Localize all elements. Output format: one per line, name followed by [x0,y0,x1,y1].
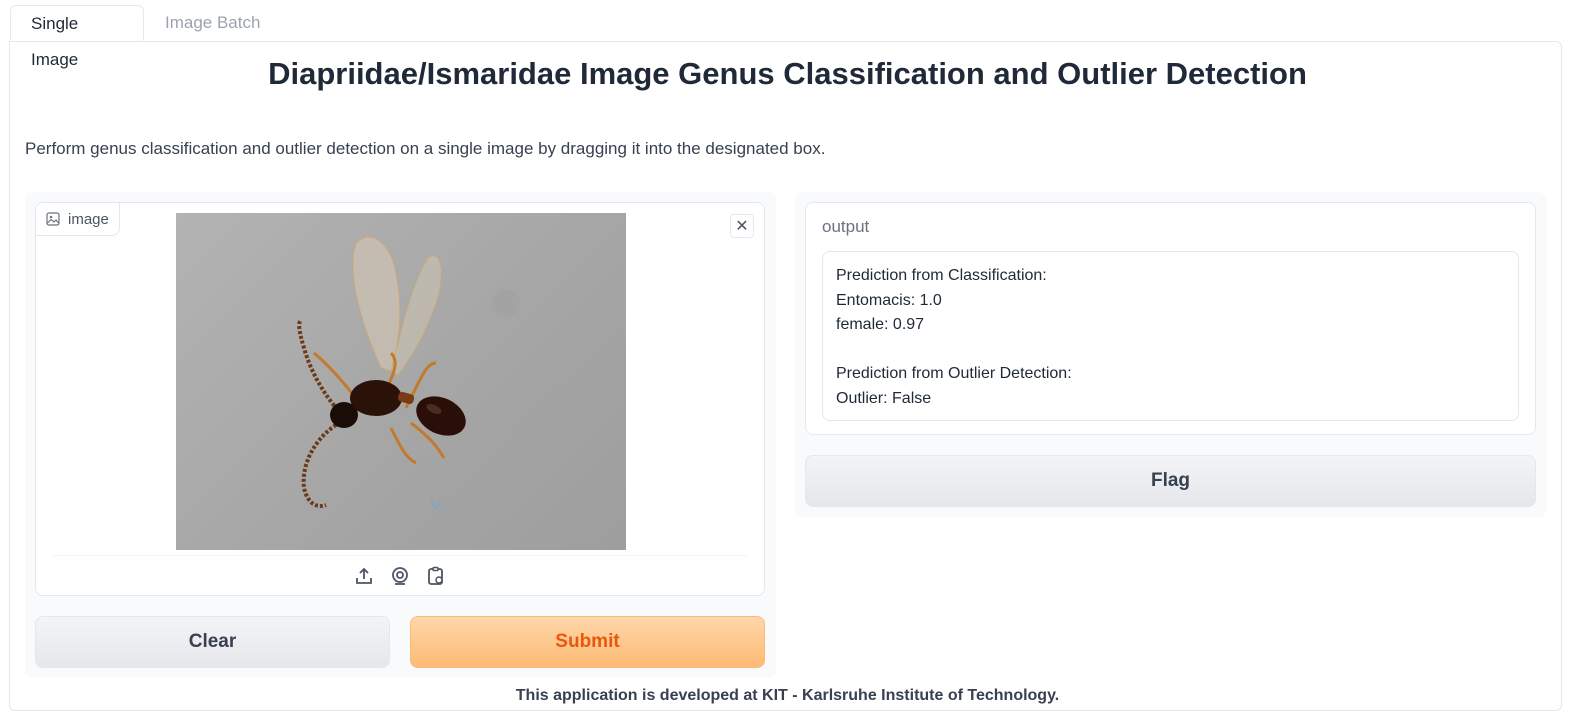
upload-icon[interactable] [354,566,374,586]
insect-illustration [297,236,520,510]
uploaded-photo [176,213,626,550]
output-textbox[interactable]: Prediction from Classification: Entomaci… [822,251,1519,421]
output-column: output Prediction from Classification: E… [795,192,1546,518]
clipboard-icon[interactable] [426,566,446,586]
clear-button[interactable]: Clear [35,616,390,668]
output-line: Outlier: False [836,389,932,407]
image-label-text: image [68,210,109,228]
tab-image-batch[interactable]: Image Batch [145,5,280,41]
webcam-icon[interactable] [390,566,410,586]
output-line: Prediction from Classification: [836,267,1047,284]
output-label: output [822,217,870,236]
close-icon[interactable]: ✕ [730,214,754,238]
output-line: Entomacis: 1.0 [836,291,942,309]
source-selector [52,555,748,595]
input-column: image ✕ Clear Submit [25,192,776,678]
image-input[interactable]: image ✕ [35,202,765,596]
output-line: Prediction from Outlier Detection: [836,365,1072,382]
image-label: image [36,203,120,236]
output-line: female: 0.97 [836,316,925,333]
output-block: output Prediction from Classification: E… [805,202,1536,435]
page-title: Diapriidae/Ismaridae Image Genus Classif… [268,56,1307,91]
page-description: Perform genus classification and outlier… [25,139,826,158]
tab-bar: Single Image Image Batch [10,5,1565,69]
image-icon [46,212,60,226]
footer-text: This application is developed at KIT - K… [515,687,1060,704]
submit-button[interactable]: Submit [410,616,765,668]
flag-button[interactable]: Flag [805,455,1536,507]
tab-single-image[interactable]: Single Image [10,5,144,69]
